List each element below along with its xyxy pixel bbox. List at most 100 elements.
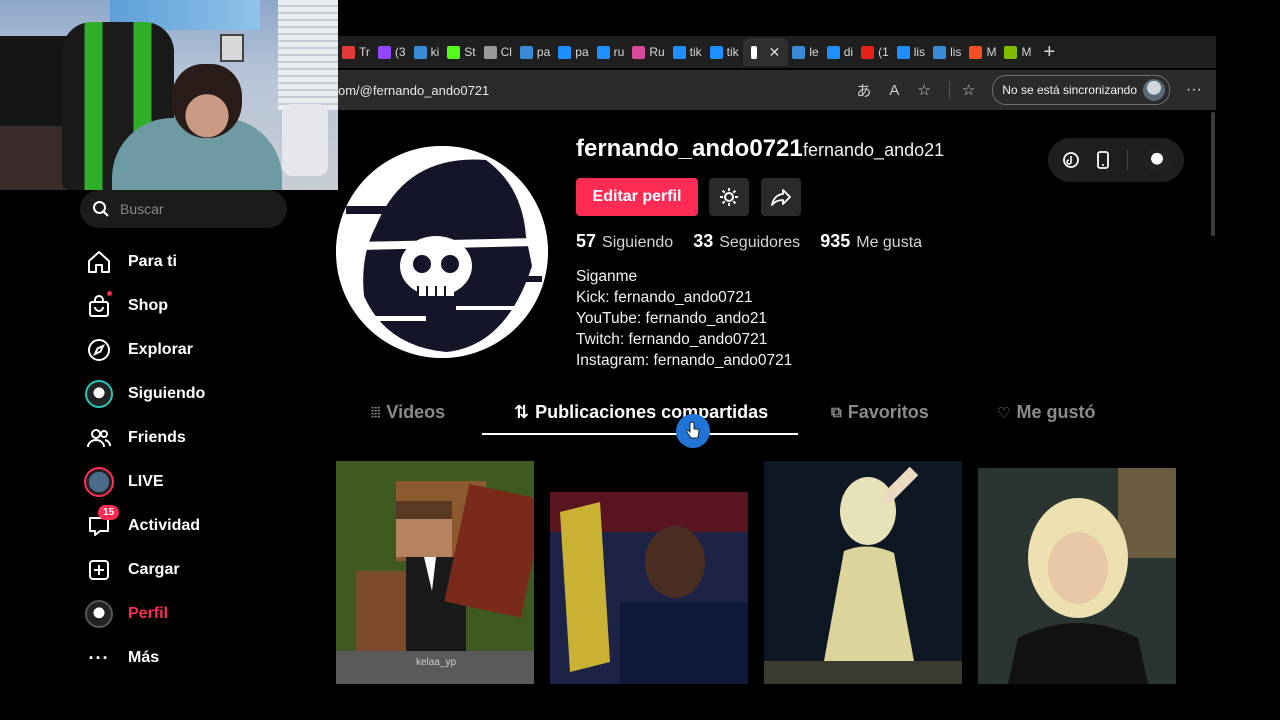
sync-status-button[interactable]: No se está sincronizando (992, 75, 1171, 105)
gear-icon (720, 188, 738, 206)
browser-tab[interactable]: pa (516, 38, 554, 66)
webcam-blinds (278, 0, 338, 110)
sidebar-item-shop[interactable]: Shop (84, 284, 294, 328)
sidebar-item-mas[interactable]: ··· Más (84, 636, 294, 680)
new-tab-button[interactable]: + (1043, 41, 1055, 64)
sidebar-item-actividad[interactable]: 15 Actividad (84, 504, 294, 548)
video-thumbnail[interactable] (764, 461, 962, 684)
favorite-star-icon[interactable]: ☆ (917, 81, 930, 99)
browser-tab[interactable]: di (823, 38, 857, 66)
tab-favicon-icon (709, 45, 723, 59)
browser-tab[interactable]: lis (893, 38, 929, 66)
tiktok-favicon-icon (750, 45, 757, 59)
scrollbar[interactable] (1211, 112, 1215, 236)
tab-me-gusto[interactable]: ♡ Me gustó (997, 402, 1095, 423)
browser-tab[interactable]: le (788, 38, 822, 66)
browser-tab[interactable]: St (443, 38, 479, 66)
share-button[interactable] (761, 178, 801, 216)
profile-stats: 57 Siguiendo 33 Seguidores 935 Me gusta (576, 231, 922, 252)
browser-tab-label: M (1021, 45, 1032, 59)
tiktok-coin-icon[interactable] (1062, 151, 1080, 169)
browser-tab[interactable]: lis (929, 38, 965, 66)
tab-favicon-icon (861, 45, 875, 59)
tab-favicon-icon (826, 45, 840, 59)
browser-tab[interactable]: (1 (857, 38, 893, 66)
active-tab-underline (482, 433, 798, 435)
stat-label: Me gusta (856, 234, 923, 251)
browser-tab[interactable]: tik (669, 38, 706, 66)
video-thumbnail[interactable] (978, 468, 1176, 684)
sidebar-item-friends[interactable]: Friends (84, 416, 294, 460)
browser-tab[interactable]: Ru (628, 38, 668, 66)
sidebar-item-perfil[interactable]: Perfil (84, 592, 294, 636)
browser-tab[interactable]: pa (554, 38, 592, 66)
text-size-icon[interactable]: A (889, 82, 899, 99)
tab-favicon-icon (596, 45, 610, 59)
compass-icon (84, 335, 114, 365)
video-thumbnail[interactable] (550, 492, 748, 684)
browser-tab[interactable]: M (965, 38, 1000, 66)
skull-hood-avatar-icon (336, 146, 548, 358)
profile-avatar (85, 600, 113, 628)
soccer-player-thumbnail-icon (550, 492, 748, 684)
sidebar-item-para-ti[interactable]: Para ti (84, 240, 294, 284)
browser-tab[interactable]: (3 (374, 38, 410, 66)
settings-button[interactable] (709, 178, 749, 216)
browser-tab-label: lis (913, 45, 926, 59)
browser-tab-label: St (464, 45, 476, 59)
search-placeholder: Buscar (120, 201, 164, 217)
sidebar-item-siguiendo[interactable]: Siguiendo (84, 372, 294, 416)
browser-tab-active[interactable]: ✕ (742, 38, 789, 66)
stat-value: 935 (820, 231, 851, 251)
favorites-list-icon[interactable]: ☆ (948, 81, 975, 99)
url-field[interactable]: om/@fernando_ando0721 (338, 83, 847, 98)
repost-icon: ⇅ (514, 402, 530, 422)
stat-following[interactable]: 57 Siguiendo (576, 231, 673, 252)
sidebar-item-live[interactable]: LIVE (84, 460, 294, 504)
tab-favicon-icon (969, 45, 983, 59)
read-aloud-icon[interactable]: あ (856, 80, 871, 101)
browser-tab-label: (1 (878, 45, 889, 59)
browser-tab[interactable]: tik (706, 38, 743, 66)
tab-videos[interactable]: ⦙⦙⦙ Videos (371, 402, 445, 423)
webcam-picture-frame (220, 34, 244, 62)
bio-line: Kick: fernando_ando0721 (576, 289, 753, 306)
browser-tab-label: Ru (649, 45, 665, 59)
browser-tab-label: ru (613, 45, 625, 59)
following-avatar-icon (84, 379, 114, 409)
sidebar-item-label: Actividad (128, 517, 201, 534)
mobile-app-icon[interactable] (1096, 151, 1110, 169)
browser-tab[interactable]: ru (593, 38, 629, 66)
top-right-actions (1048, 138, 1184, 182)
activity-count-badge: 15 (98, 505, 120, 520)
tab-favicon-icon (377, 45, 391, 59)
browser-tab-label: pa (575, 45, 589, 59)
profile-avatar-large[interactable] (336, 146, 548, 358)
video-thumbnail[interactable]: kelaa_yp (336, 461, 534, 684)
tab-favicon-icon (447, 45, 461, 59)
singer-thumbnail-icon (764, 461, 962, 684)
stat-likes: 935 Me gusta (820, 231, 922, 252)
browser-tab[interactable]: M (1000, 38, 1035, 66)
browser-menu-icon[interactable]: ··· (1186, 81, 1202, 99)
stat-label: Siguiendo (602, 234, 674, 251)
browser-tab[interactable]: Cl (480, 38, 516, 66)
tab-favoritos[interactable]: ⧉ Favoritos (831, 402, 929, 423)
edit-profile-button[interactable]: Editar perfil (576, 178, 698, 216)
tab-favicon-icon (413, 45, 427, 59)
account-avatar[interactable] (1143, 147, 1170, 173)
sidebar-item-label: Cargar (128, 561, 180, 578)
shop-icon (84, 291, 114, 321)
sidebar-item-explorar[interactable]: Explorar (84, 328, 294, 372)
sidebar-item-label: Siguiendo (128, 385, 206, 402)
search-input[interactable]: Buscar (80, 190, 287, 228)
browser-tab[interactable]: Tr (338, 38, 374, 66)
tab-favicon-icon (896, 45, 910, 59)
tab-favicon-icon (483, 45, 497, 59)
browser-tab[interactable]: ki (410, 38, 444, 66)
sidebar-item-cargar[interactable]: Cargar (84, 548, 294, 592)
tab-publicaciones-compartidas[interactable]: ⇅ Publicaciones compartidas (514, 402, 768, 423)
stat-followers[interactable]: 33 Seguidores (693, 231, 800, 252)
browser-tab-label: (3 (394, 45, 406, 59)
close-tab-icon[interactable]: ✕ (769, 44, 781, 61)
